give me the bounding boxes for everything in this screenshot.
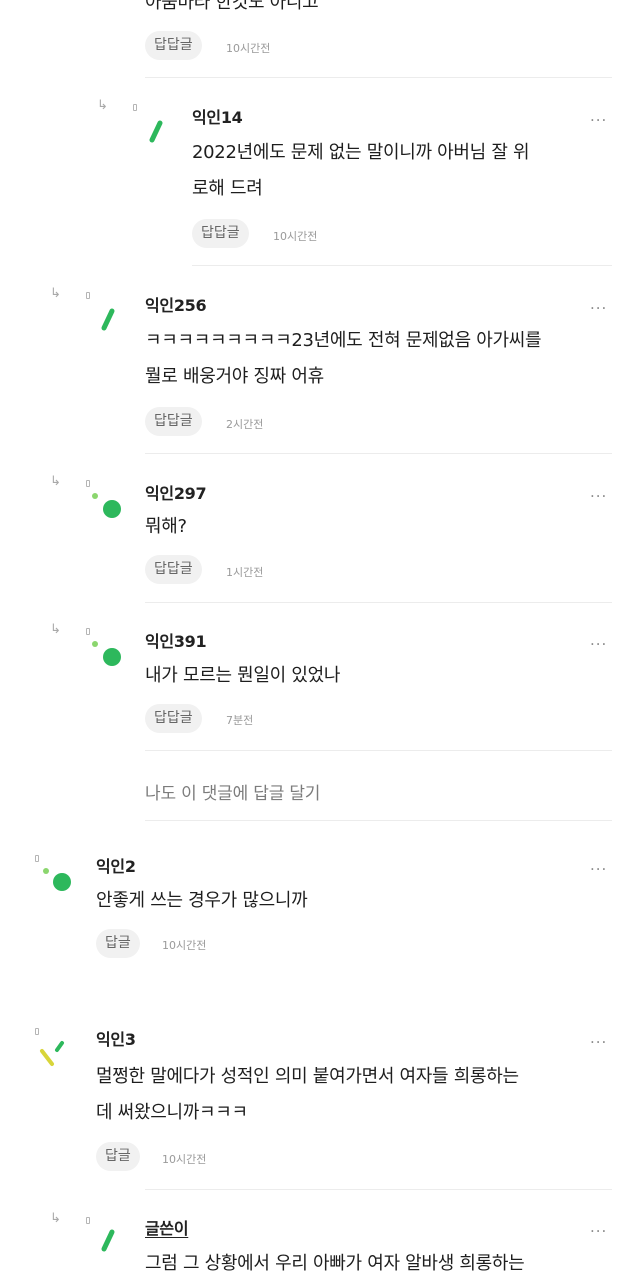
timestamp: 10시간전 — [226, 42, 271, 55]
handle-icon — [35, 1028, 39, 1035]
reply-arrow-icon: ↳ — [50, 286, 61, 301]
comment-text: 2022년에도 문제 없는 말이니까 아버님 잘 위 로해 드려 — [192, 142, 530, 199]
timestamp: 2시간전 — [226, 418, 264, 431]
handle-icon — [133, 104, 137, 111]
reply-button[interactable]: 답글 — [96, 929, 140, 958]
handle-icon — [86, 628, 90, 635]
author-name[interactable]: 익인2 — [96, 853, 136, 877]
reply-button[interactable]: 답답글 — [145, 31, 202, 60]
avatar — [92, 641, 121, 666]
comment-text: 아줌마라 한것도 아니고 — [145, 0, 319, 13]
handle-icon — [35, 855, 39, 862]
author-name[interactable]: 익인14 — [192, 104, 243, 128]
avatar — [149, 120, 163, 143]
timestamp: 10시간전 — [162, 939, 207, 952]
reply-arrow-icon: ↳ — [50, 622, 61, 637]
avatar — [40, 1041, 64, 1066]
avatar — [92, 493, 121, 518]
add-reply-link[interactable]: 나도 이 댓글에 답글 달기 — [145, 779, 320, 804]
handle-icon — [86, 292, 90, 299]
reply-button[interactable]: 답답글 — [145, 555, 202, 584]
divider — [145, 1189, 612, 1190]
reply-arrow-icon: ↳ — [50, 1211, 61, 1226]
handle-icon — [86, 480, 90, 487]
divider — [145, 750, 612, 751]
divider — [145, 602, 612, 603]
author-name[interactable]: 익인256 — [145, 292, 207, 316]
comment-text: 그럼 그 상황에서 우리 아빠가 여자 알바생 희롱하는 — [145, 1253, 525, 1274]
more-options-icon[interactable]: ... — [590, 483, 607, 501]
comment-text: ㅋㅋㅋㅋㅋㅋㅋㅋㅋ23년에도 전혀 문제없음 아가씨를 뭘로 배웅거야 징짜 어… — [145, 330, 542, 387]
comment-text: 뭐해? — [145, 516, 187, 537]
divider — [145, 77, 612, 78]
avatar — [101, 308, 115, 331]
reply-button[interactable]: 답답글 — [192, 219, 249, 248]
author-name[interactable]: 익인3 — [96, 1026, 136, 1050]
reply-arrow-icon: ↳ — [50, 474, 61, 489]
more-options-icon[interactable]: ... — [590, 1218, 607, 1236]
comment-text: 내가 모르는 뭔일이 있었나 — [145, 665, 341, 686]
timestamp: 10시간전 — [162, 1153, 207, 1166]
reply-button[interactable]: 답글 — [96, 1142, 140, 1171]
handle-icon — [86, 1217, 90, 1224]
timestamp: 10시간전 — [273, 230, 318, 243]
timestamp: 7분전 — [226, 714, 254, 727]
timestamp: 1시간전 — [226, 566, 264, 579]
reply-button[interactable]: 답답글 — [145, 704, 202, 733]
reply-arrow-icon: ↳ — [97, 98, 108, 113]
more-options-icon[interactable]: ... — [590, 107, 607, 125]
comment-text: 안좋게 쓰는 경우가 많으니까 — [96, 890, 308, 911]
more-options-icon[interactable]: ... — [590, 856, 607, 874]
more-options-icon[interactable]: ... — [590, 1029, 607, 1047]
avatar — [101, 1229, 115, 1252]
more-options-icon[interactable]: ... — [590, 631, 607, 649]
more-options-icon[interactable]: ... — [590, 295, 607, 313]
divider — [145, 453, 612, 454]
author-name[interactable]: 익인297 — [145, 480, 207, 504]
reply-button[interactable]: 답답글 — [145, 407, 202, 436]
comment-text: 멀쩡한 말에다가 성적인 의미 붙여가면서 여자들 희롱하는 데 써왔으니까ㅋㅋ… — [96, 1066, 519, 1123]
avatar — [43, 868, 71, 891]
author-name[interactable]: 익인391 — [145, 628, 207, 652]
divider — [192, 265, 612, 266]
author-name[interactable]: 글쓴이 — [145, 1215, 189, 1239]
divider — [145, 820, 612, 821]
